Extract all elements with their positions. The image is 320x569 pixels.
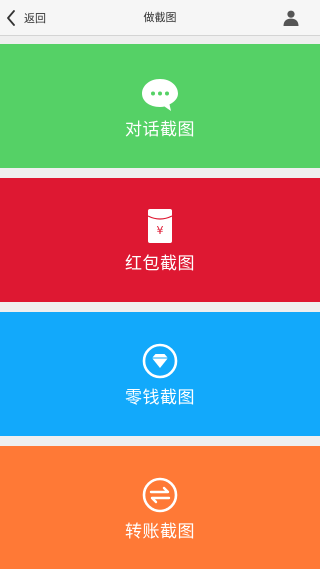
top-bar: 返回 做截图 [0,0,320,36]
change-screenshot-card[interactable]: 零钱截图 [0,312,320,436]
transfer-screenshot-label: 转账截图 [125,522,195,542]
page: 返回 做截图 对话截图 ¥ 红包截图 零钱截图 转账截图 [0,0,320,569]
user-icon [282,9,300,27]
red-envelope-icon: ¥ [140,209,180,249]
page-title: 做截图 [143,11,177,24]
change-screenshot-label: 零钱截图 [125,388,195,408]
chat-bubble-icon [140,75,180,115]
diamond-icon [140,343,180,383]
transfer-arrows-icon [140,477,180,517]
red-envelope-screenshot-label: 红包截图 [125,254,195,274]
svg-text:¥: ¥ [157,224,164,237]
chat-screenshot-label: 对话截图 [125,120,195,140]
chat-screenshot-card[interactable]: 对话截图 [0,44,320,168]
back-label: 返回 [24,12,46,25]
red-envelope-screenshot-card[interactable]: ¥ 红包截图 [0,178,320,302]
transfer-screenshot-card[interactable]: 转账截图 [0,446,320,569]
back-button[interactable]: 返回 [6,6,46,30]
chevron-left-icon [6,10,16,26]
user-button[interactable] [282,9,300,27]
